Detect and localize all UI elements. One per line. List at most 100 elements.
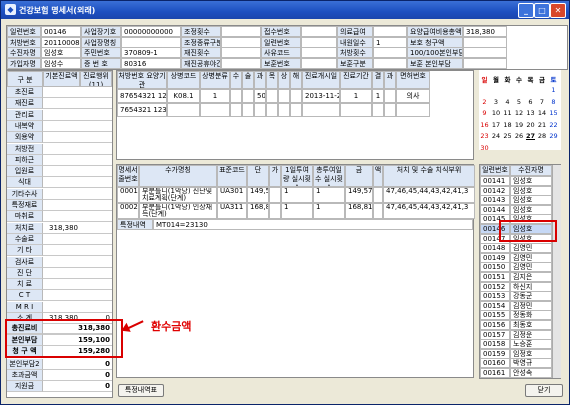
top-cell[interactable]: [384, 89, 396, 103]
list-item-name[interactable]: 김정민: [510, 300, 552, 311]
calendar-day[interactable]: 6: [525, 98, 536, 106]
calendar-day[interactable]: 19: [514, 121, 525, 129]
list-item-number[interactable]: 00148: [480, 243, 510, 254]
list-item-number[interactable]: 00143: [480, 195, 510, 206]
header-value[interactable]: [301, 26, 337, 37]
calendar-day[interactable]: 28: [537, 132, 548, 140]
close-window-button[interactable]: ✕: [550, 3, 566, 18]
top-cell[interactable]: [396, 103, 430, 117]
list-item-name[interactable]: 김영민: [510, 252, 552, 263]
detail-cell[interactable]: [269, 203, 281, 219]
calendar-day[interactable]: 16: [479, 121, 490, 129]
top-cell[interactable]: [290, 89, 302, 103]
calendar-day[interactable]: 26: [514, 132, 525, 140]
header-value[interactable]: 00000000000: [121, 26, 181, 37]
calendar-day[interactable]: 14: [537, 109, 548, 117]
header-value[interactable]: 318,380: [463, 26, 507, 37]
scrollbar[interactable]: [552, 165, 561, 378]
calendar-day[interactable]: 17: [491, 121, 502, 129]
list-item-number[interactable]: 00152: [480, 281, 510, 292]
list-item-number[interactable]: 00156: [480, 320, 510, 330]
list-item-name[interactable]: 김영민: [510, 243, 552, 254]
header-value[interactable]: 임성수: [41, 57, 81, 69]
list-item-name[interactable]: 최동호: [510, 320, 552, 330]
list-item-name[interactable]: 노승훈: [510, 339, 552, 350]
top-cell[interactable]: [278, 89, 290, 103]
calendar-day[interactable]: 13: [525, 109, 536, 117]
header-value[interactable]: [463, 57, 507, 69]
list-item-number[interactable]: 00157: [480, 329, 510, 340]
header-value[interactable]: [221, 26, 261, 37]
calendar-day[interactable]: 1: [548, 86, 559, 94]
detail-cell[interactable]: UA301: [217, 187, 247, 203]
maximize-button[interactable]: □: [534, 3, 550, 18]
detail-cell[interactable]: 1: [313, 203, 345, 219]
detail-cell[interactable]: 168,810: [345, 203, 373, 219]
calendar-day[interactable]: 9: [479, 109, 490, 117]
header-value[interactable]: 00146: [41, 26, 81, 37]
header-value[interactable]: 370809-1: [121, 47, 181, 58]
calendar-day[interactable]: 24: [491, 132, 502, 140]
top-cell[interactable]: 의사: [396, 89, 430, 103]
header-value[interactable]: 임성호: [41, 47, 81, 58]
calendar-day[interactable]: 10: [491, 109, 502, 117]
list-item-number[interactable]: 00141: [480, 176, 510, 186]
special-detail-button[interactable]: 특정내역표: [118, 384, 164, 397]
list-item-number[interactable]: 00155: [480, 310, 510, 321]
top-cell[interactable]: 1: [372, 89, 384, 103]
top-cell[interactable]: [254, 103, 266, 117]
list-item-name[interactable]: 임성호: [510, 185, 552, 196]
header-value[interactable]: [221, 47, 261, 58]
top-cell[interactable]: [242, 103, 254, 117]
list-item-number[interactable]: 00153: [480, 291, 510, 302]
calendar-day[interactable]: 20: [525, 121, 536, 129]
detail-cell[interactable]: 0001: [117, 187, 139, 203]
calendar-day[interactable]: 4: [502, 98, 513, 106]
header-value[interactable]: [221, 36, 261, 48]
list-item-name[interactable]: 임성호: [510, 195, 552, 206]
calendar-day[interactable]: 18: [502, 121, 513, 129]
top-cell[interactable]: [167, 103, 200, 117]
list-item-name[interactable]: 임성호: [510, 204, 552, 215]
header-value[interactable]: [463, 47, 507, 58]
header-value[interactable]: [373, 26, 407, 37]
calendar-day[interactable]: 30: [479, 144, 490, 152]
minimize-button[interactable]: _: [518, 3, 534, 18]
top-cell[interactable]: 87654321 12345678: [117, 89, 167, 103]
detail-cell[interactable]: 149,570: [345, 187, 373, 203]
top-cell[interactable]: [290, 103, 302, 117]
calendar-day[interactable]: 7: [537, 98, 548, 106]
top-cell[interactable]: 7654321 12345678: [117, 103, 167, 117]
detail-cell[interactable]: UA311: [217, 203, 247, 219]
top-cell[interactable]: [302, 103, 340, 117]
list-item-number[interactable]: 00149: [480, 252, 510, 263]
list-item-name[interactable]: 임정호: [510, 348, 552, 359]
header-value[interactable]: [301, 47, 337, 58]
list-item-number[interactable]: 00158: [480, 339, 510, 350]
calendar-day[interactable]: 2: [479, 98, 490, 106]
header-value[interactable]: 20110008: [41, 36, 81, 48]
top-cell[interactable]: [200, 103, 230, 117]
list-item-number[interactable]: 00160: [480, 358, 510, 369]
calendar-day[interactable]: 11: [502, 109, 513, 117]
calendar-day[interactable]: 29: [548, 132, 559, 140]
detail-cell[interactable]: 0002: [117, 203, 139, 219]
top-cell[interactable]: 1: [340, 89, 372, 103]
detail-cell[interactable]: 1: [313, 187, 345, 203]
header-value[interactable]: [221, 57, 261, 69]
list-item-name[interactable]: 임성호: [510, 176, 552, 186]
list-item-name[interactable]: 김지은: [510, 272, 552, 282]
top-cell[interactable]: K08.1: [167, 89, 200, 103]
top-cell[interactable]: [266, 103, 278, 117]
calendar-day[interactable]: 25: [502, 132, 513, 140]
top-cell[interactable]: [242, 89, 254, 103]
detail-cell[interactable]: 부분틀니(1악당) 인상채득(단계): [139, 203, 217, 219]
header-value[interactable]: [463, 36, 507, 48]
detail-cell[interactable]: 1: [281, 187, 313, 203]
top-cell[interactable]: [266, 89, 278, 103]
list-item-number[interactable]: 00150: [480, 262, 510, 273]
detail-cell[interactable]: [373, 187, 383, 203]
top-cell[interactable]: [384, 103, 396, 117]
top-cell[interactable]: 50: [254, 89, 266, 103]
top-cell[interactable]: [340, 103, 372, 117]
